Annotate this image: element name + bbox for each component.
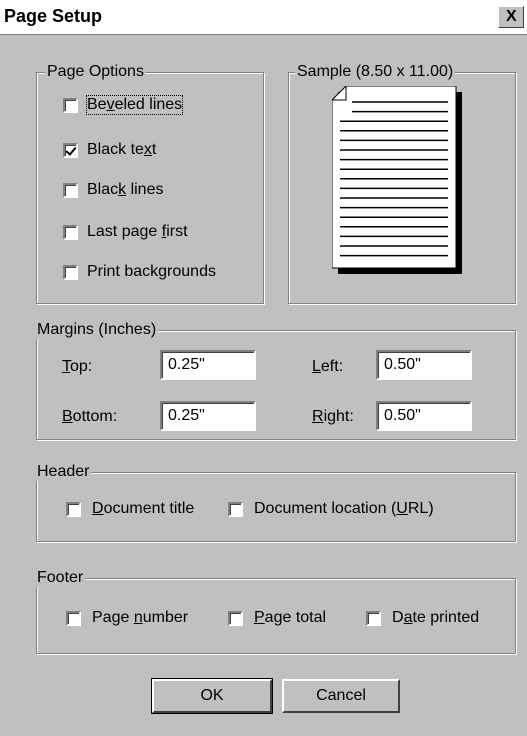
black-lines-checkbox[interactable] bbox=[63, 183, 78, 198]
close-icon: X bbox=[506, 8, 517, 25]
last-page-first-label[interactable]: Last page first bbox=[87, 223, 188, 241]
black-lines-label[interactable]: Black lines bbox=[87, 181, 163, 199]
print-backgrounds-label[interactable]: Print backgrounds bbox=[87, 263, 216, 281]
sample-legend: Sample (8.50 x 11.00) bbox=[295, 63, 456, 81]
beveled-lines-label[interactable]: Beveled lines bbox=[85, 95, 184, 115]
black-text-label[interactable]: Black text bbox=[87, 141, 156, 159]
footer-legend: Footer bbox=[35, 569, 86, 587]
page-number-label[interactable]: Page number bbox=[92, 609, 188, 627]
margins-legend: Margins (Inches) bbox=[35, 321, 159, 339]
page-options-legend: Page Options bbox=[45, 63, 146, 81]
ok-button[interactable]: OK bbox=[151, 678, 273, 714]
sample-page-preview bbox=[332, 86, 462, 274]
dialog-title: Page Setup bbox=[4, 6, 103, 26]
page-total-checkbox[interactable] bbox=[228, 611, 243, 626]
close-button[interactable]: X bbox=[498, 6, 524, 28]
document-location-label[interactable]: Document location (URL) bbox=[254, 500, 434, 518]
document-title-checkbox[interactable] bbox=[66, 502, 81, 517]
cancel-button[interactable]: Cancel bbox=[282, 679, 400, 713]
document-title-label[interactable]: Document title bbox=[92, 500, 194, 518]
title-bar: Page Setup X bbox=[0, 0, 527, 35]
last-page-first-checkbox[interactable] bbox=[63, 225, 78, 240]
date-printed-checkbox[interactable] bbox=[366, 611, 381, 626]
header-legend: Header bbox=[35, 463, 92, 481]
page-setup-dialog: Page Setup X Page Options Beveled lines … bbox=[0, 0, 527, 736]
top-margin-label: Top: bbox=[62, 358, 93, 375]
bottom-margin-label: Bottom: bbox=[62, 408, 118, 425]
black-text-checkbox[interactable] bbox=[63, 143, 78, 158]
bottom-margin-input[interactable]: 0.25" bbox=[160, 401, 256, 431]
top-margin-input[interactable]: 0.25" bbox=[160, 350, 256, 380]
right-margin-label: Right: bbox=[312, 408, 354, 425]
print-backgrounds-checkbox[interactable] bbox=[63, 265, 78, 280]
right-margin-input[interactable]: 0.50" bbox=[376, 401, 472, 431]
beveled-lines-checkbox[interactable] bbox=[63, 98, 78, 113]
document-location-checkbox[interactable] bbox=[228, 502, 243, 517]
page-number-checkbox[interactable] bbox=[66, 611, 81, 626]
left-margin-label: Left: bbox=[312, 358, 344, 375]
left-margin-input[interactable]: 0.50" bbox=[376, 350, 472, 380]
date-printed-label[interactable]: Date printed bbox=[392, 609, 479, 627]
page-total-label[interactable]: Page total bbox=[254, 609, 326, 627]
